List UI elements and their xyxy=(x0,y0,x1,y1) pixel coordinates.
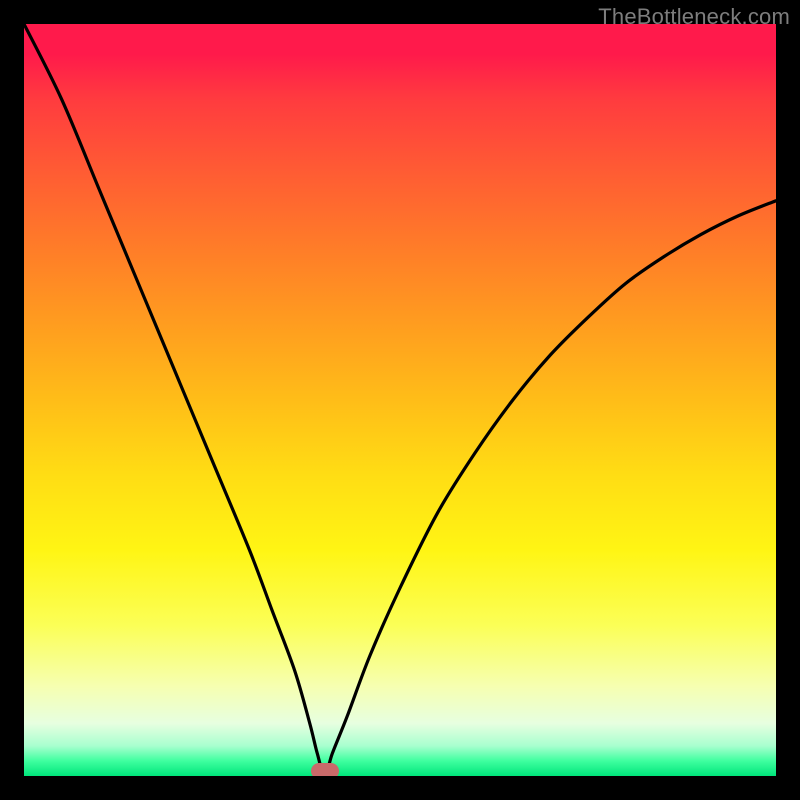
chart-frame: TheBottleneck.com xyxy=(0,0,800,800)
optimum-marker xyxy=(311,763,339,776)
bottleneck-curve xyxy=(24,24,776,776)
watermark-text: TheBottleneck.com xyxy=(598,4,790,30)
plot-area xyxy=(24,24,776,776)
